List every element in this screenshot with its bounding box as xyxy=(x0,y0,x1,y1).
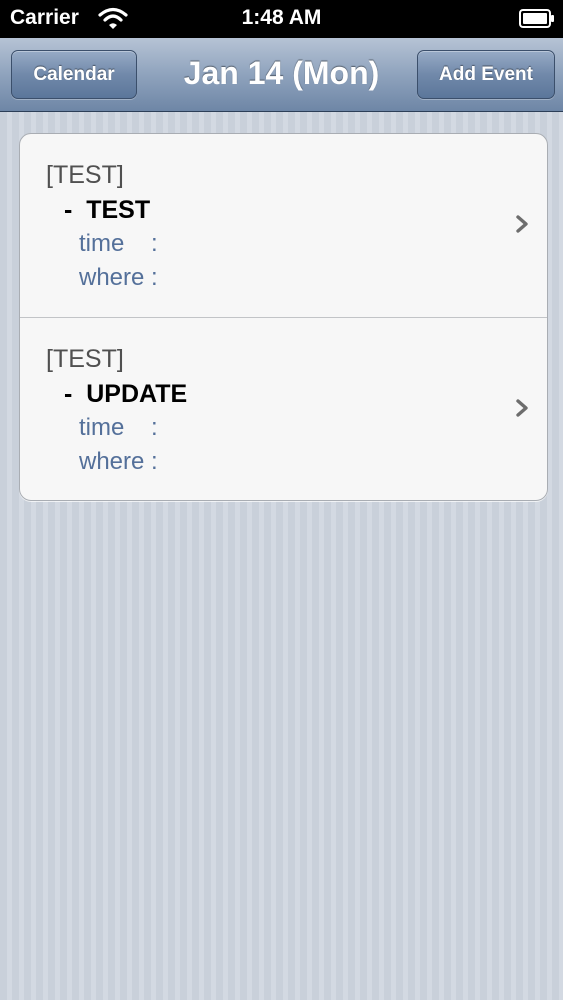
chevron-right-icon xyxy=(516,399,528,417)
event-time-label: time : xyxy=(79,230,158,257)
event-title: - UPDATE xyxy=(64,380,188,408)
app-screen: Carrier 1:48 AM Calendar Jan 14 (Mon) Ad… xyxy=(0,0,563,1000)
add-event-button[interactable]: Add Event xyxy=(417,50,555,99)
navigation-bar: Calendar Jan 14 (Mon) Add Event xyxy=(0,38,563,112)
chevron-right-icon xyxy=(516,215,528,233)
event-category: [TEST] xyxy=(46,161,124,189)
event-title: - TEST xyxy=(64,196,151,224)
status-time: 1:48 AM xyxy=(241,6,322,29)
event-where-label: where : xyxy=(79,264,158,291)
event-where-label: where : xyxy=(79,448,158,475)
status-bar: Carrier 1:48 AM xyxy=(0,0,563,38)
calendar-button[interactable]: Calendar xyxy=(11,50,137,99)
event-time-label: time : xyxy=(79,414,158,441)
event-list: [TEST] - TEST time : where : [TEST] - UP… xyxy=(19,133,548,501)
event-row[interactable]: [TEST] - TEST time : where : xyxy=(20,134,547,317)
page-title: Jan 14 (Mon) xyxy=(183,55,380,91)
battery-icon xyxy=(519,9,554,28)
event-category: [TEST] xyxy=(46,345,124,373)
event-row[interactable]: [TEST] - UPDATE time : where : xyxy=(20,318,547,500)
